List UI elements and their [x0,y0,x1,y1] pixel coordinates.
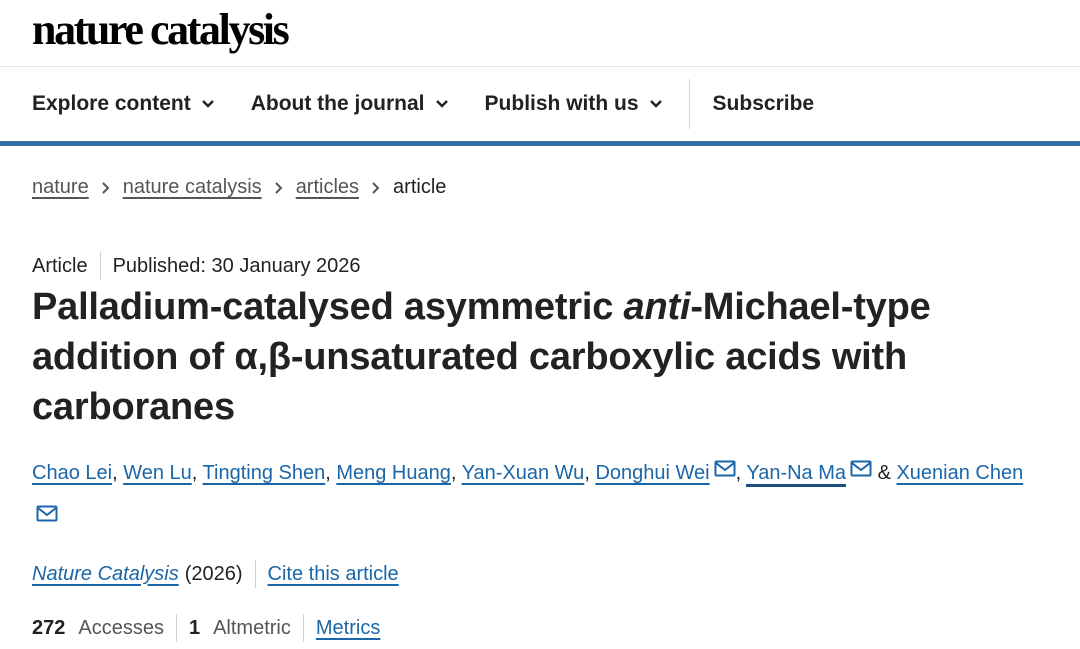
published-date: Published: 30 January 2026 [112,254,361,277]
author-link[interactable]: Xuenian Chen [896,462,1023,484]
cite-this-article-link[interactable]: Cite this article [268,563,399,586]
author-separator: , [325,462,337,484]
metrics-divider [302,614,304,642]
subscribe-button[interactable]: Subscribe [713,92,815,116]
journal-logo[interactable]: nature catalysis [32,4,290,55]
nav-divider [688,79,690,129]
nav-publish-with-us[interactable]: Publish with us [485,92,663,116]
article-metrics: 272 Accesses 1 Altmetric Metrics [32,614,380,642]
breadcrumb-current: article [393,176,447,198]
citation-divider [254,560,256,588]
journal-year: (2026) [184,562,243,585]
journal-link[interactable]: Nature Catalysis [32,563,179,586]
metrics-link[interactable]: Metrics [316,617,380,640]
mail-icon[interactable] [850,450,872,477]
author-separator: , [112,462,124,484]
chevron-right-icon [274,181,283,194]
altmetric-label: Altmetric [213,616,291,639]
chevron-right-icon [372,181,380,194]
chevron-down-icon [201,100,214,108]
chevron-down-icon [649,100,662,108]
chevron-right-icon [102,181,110,194]
author-link[interactable]: Wen Lu [123,462,192,484]
breadcrumb-nature[interactable]: nature [32,176,89,199]
author-link[interactable]: Tingting Shen [203,462,326,484]
author-separator: , [450,462,462,484]
author-link[interactable]: Donghui Wei [595,462,709,484]
mail-icon[interactable] [36,495,58,522]
breadcrumb-nature-catalysis[interactable]: nature catalysis [123,176,262,199]
main-nav: Explore content About the journal Publis… [0,67,1080,146]
chevron-down-icon [435,100,448,108]
breadcrumb-articles[interactable]: articles [296,176,359,199]
nav-label: Publish with us [484,92,639,115]
article-meta: Article Published: 30 January 2026 [32,252,361,280]
author-separator: , [584,462,596,484]
brand-bar: nature catalysis [0,0,1080,67]
author-link[interactable]: Chao Lei [32,462,112,484]
author-link[interactable]: Yan-Na Ma [746,462,847,487]
nav-explore-content[interactable]: Explore content [32,92,215,116]
subscribe-label: Subscribe [712,92,815,115]
nav-label: About the journal [250,92,425,115]
metrics-divider [175,614,177,642]
accesses-label: Accesses [78,616,164,639]
altmetric-count: 1 [188,616,201,639]
author-and: & [872,462,897,484]
meta-divider [99,252,101,280]
mail-icon[interactable] [714,450,736,477]
article-type: Article [32,254,88,277]
author-link[interactable]: Yan-Xuan Wu [462,462,585,484]
title-italic: anti [623,286,691,328]
nav-about-journal[interactable]: About the journal [251,92,449,116]
author-link[interactable]: Meng Huang [336,462,451,484]
title-part-1: Palladium-catalysed asymmetric [32,286,624,328]
accesses-count: 272 [32,616,66,639]
site-header: nature catalysis Explore content About t… [0,0,1080,146]
journal-citation: Nature Catalysis (2026) Cite this articl… [32,560,399,588]
article-title: Palladium-catalysed asymmetric anti-Mich… [32,282,1042,432]
author-separator: , [191,462,203,484]
author-separator: , [735,462,747,484]
breadcrumb: nature nature catalysis articles article [32,176,446,199]
nav-label: Explore content [32,92,191,115]
author-list: Chao Lei, Wen Lu, Tingting Shen, Meng Hu… [32,450,1042,540]
